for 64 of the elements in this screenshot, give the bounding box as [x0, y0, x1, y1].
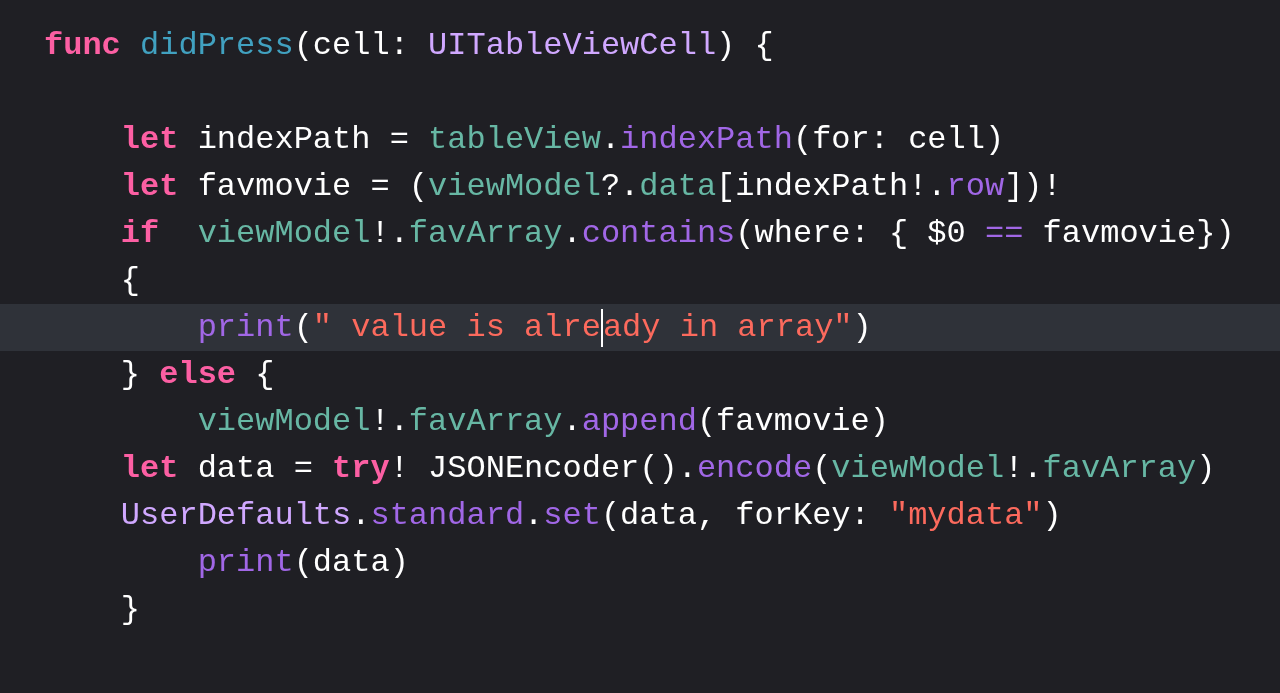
- identifier-token: viewModel: [831, 450, 1005, 487]
- string-literal: "mydata": [888, 497, 1043, 534]
- identifier-token: tableView: [428, 121, 601, 158]
- method-token: row: [946, 168, 1005, 205]
- string-literal: ady in array": [602, 309, 853, 346]
- code-text: ): [852, 309, 872, 346]
- code-text: ?.: [600, 168, 640, 205]
- identifier-token: favArray: [1042, 450, 1197, 487]
- keyword-token: if: [120, 215, 160, 252]
- code-text: ) {: [716, 27, 774, 64]
- code-text: .: [562, 215, 582, 252]
- code-text: !.: [1004, 450, 1043, 487]
- code-text: indexPath =: [197, 121, 409, 158]
- method-token: encode: [696, 450, 813, 487]
- keyword-token: let: [120, 121, 179, 158]
- code-text: .: [562, 403, 582, 440]
- code-text: ])!: [1004, 168, 1062, 205]
- code-text: (where: { $0: [735, 215, 966, 252]
- code-text: (cell:: [293, 27, 409, 64]
- code-text: }: [120, 591, 140, 628]
- type-name: UITableViewCell: [428, 27, 717, 64]
- code-text: ): [1196, 450, 1216, 487]
- identifier-token: viewModel: [197, 215, 371, 252]
- method-token: ==: [984, 215, 1024, 252]
- code-text: !.: [370, 403, 409, 440]
- identifier-token: data: [639, 168, 717, 205]
- function-name: didPress: [140, 27, 294, 64]
- code-text: {: [255, 356, 275, 393]
- identifier-token: viewModel: [197, 403, 371, 440]
- code-text: (: [293, 309, 313, 346]
- keyword-token: let: [120, 450, 179, 487]
- keyword-token: func: [44, 27, 121, 64]
- code-text: .: [351, 497, 371, 534]
- method-token: contains: [581, 215, 736, 252]
- identifier-token: favArray: [408, 403, 563, 440]
- method-token: indexPath: [620, 121, 793, 158]
- code-text: (: [812, 450, 832, 487]
- keyword-token: try: [332, 450, 390, 487]
- type-name: UserDefaults: [120, 497, 352, 534]
- method-token: print: [197, 544, 294, 581]
- code-text: data =: [197, 450, 313, 487]
- code-text: !.: [370, 215, 409, 252]
- identifier-token: viewModel: [428, 168, 601, 205]
- code-text: [indexPath!.: [716, 168, 947, 205]
- code-text: ! JSONEncoder().: [389, 450, 697, 487]
- code-text: .: [600, 121, 621, 158]
- identifier-token: favArray: [408, 215, 563, 252]
- code-text: (for: cell): [792, 121, 1005, 158]
- code-text: (data): [293, 544, 409, 581]
- method-token: append: [581, 403, 697, 440]
- code-text: (data, forKey:: [600, 497, 870, 534]
- code-text: favmovie = (: [197, 168, 429, 205]
- code-text: {: [120, 262, 140, 299]
- string-literal: " value is alre: [312, 309, 601, 346]
- keyword-token: let: [120, 168, 179, 205]
- code-text: ): [1042, 497, 1062, 534]
- code-text: (favmovie): [696, 403, 889, 440]
- keyword-token: else: [159, 356, 237, 393]
- method-token: print: [197, 309, 294, 346]
- code-text: }: [120, 356, 140, 393]
- method-token: set: [543, 497, 601, 534]
- code-text: favmovie}): [1042, 215, 1235, 252]
- code-text: .: [524, 497, 544, 534]
- method-token: standard: [370, 497, 525, 534]
